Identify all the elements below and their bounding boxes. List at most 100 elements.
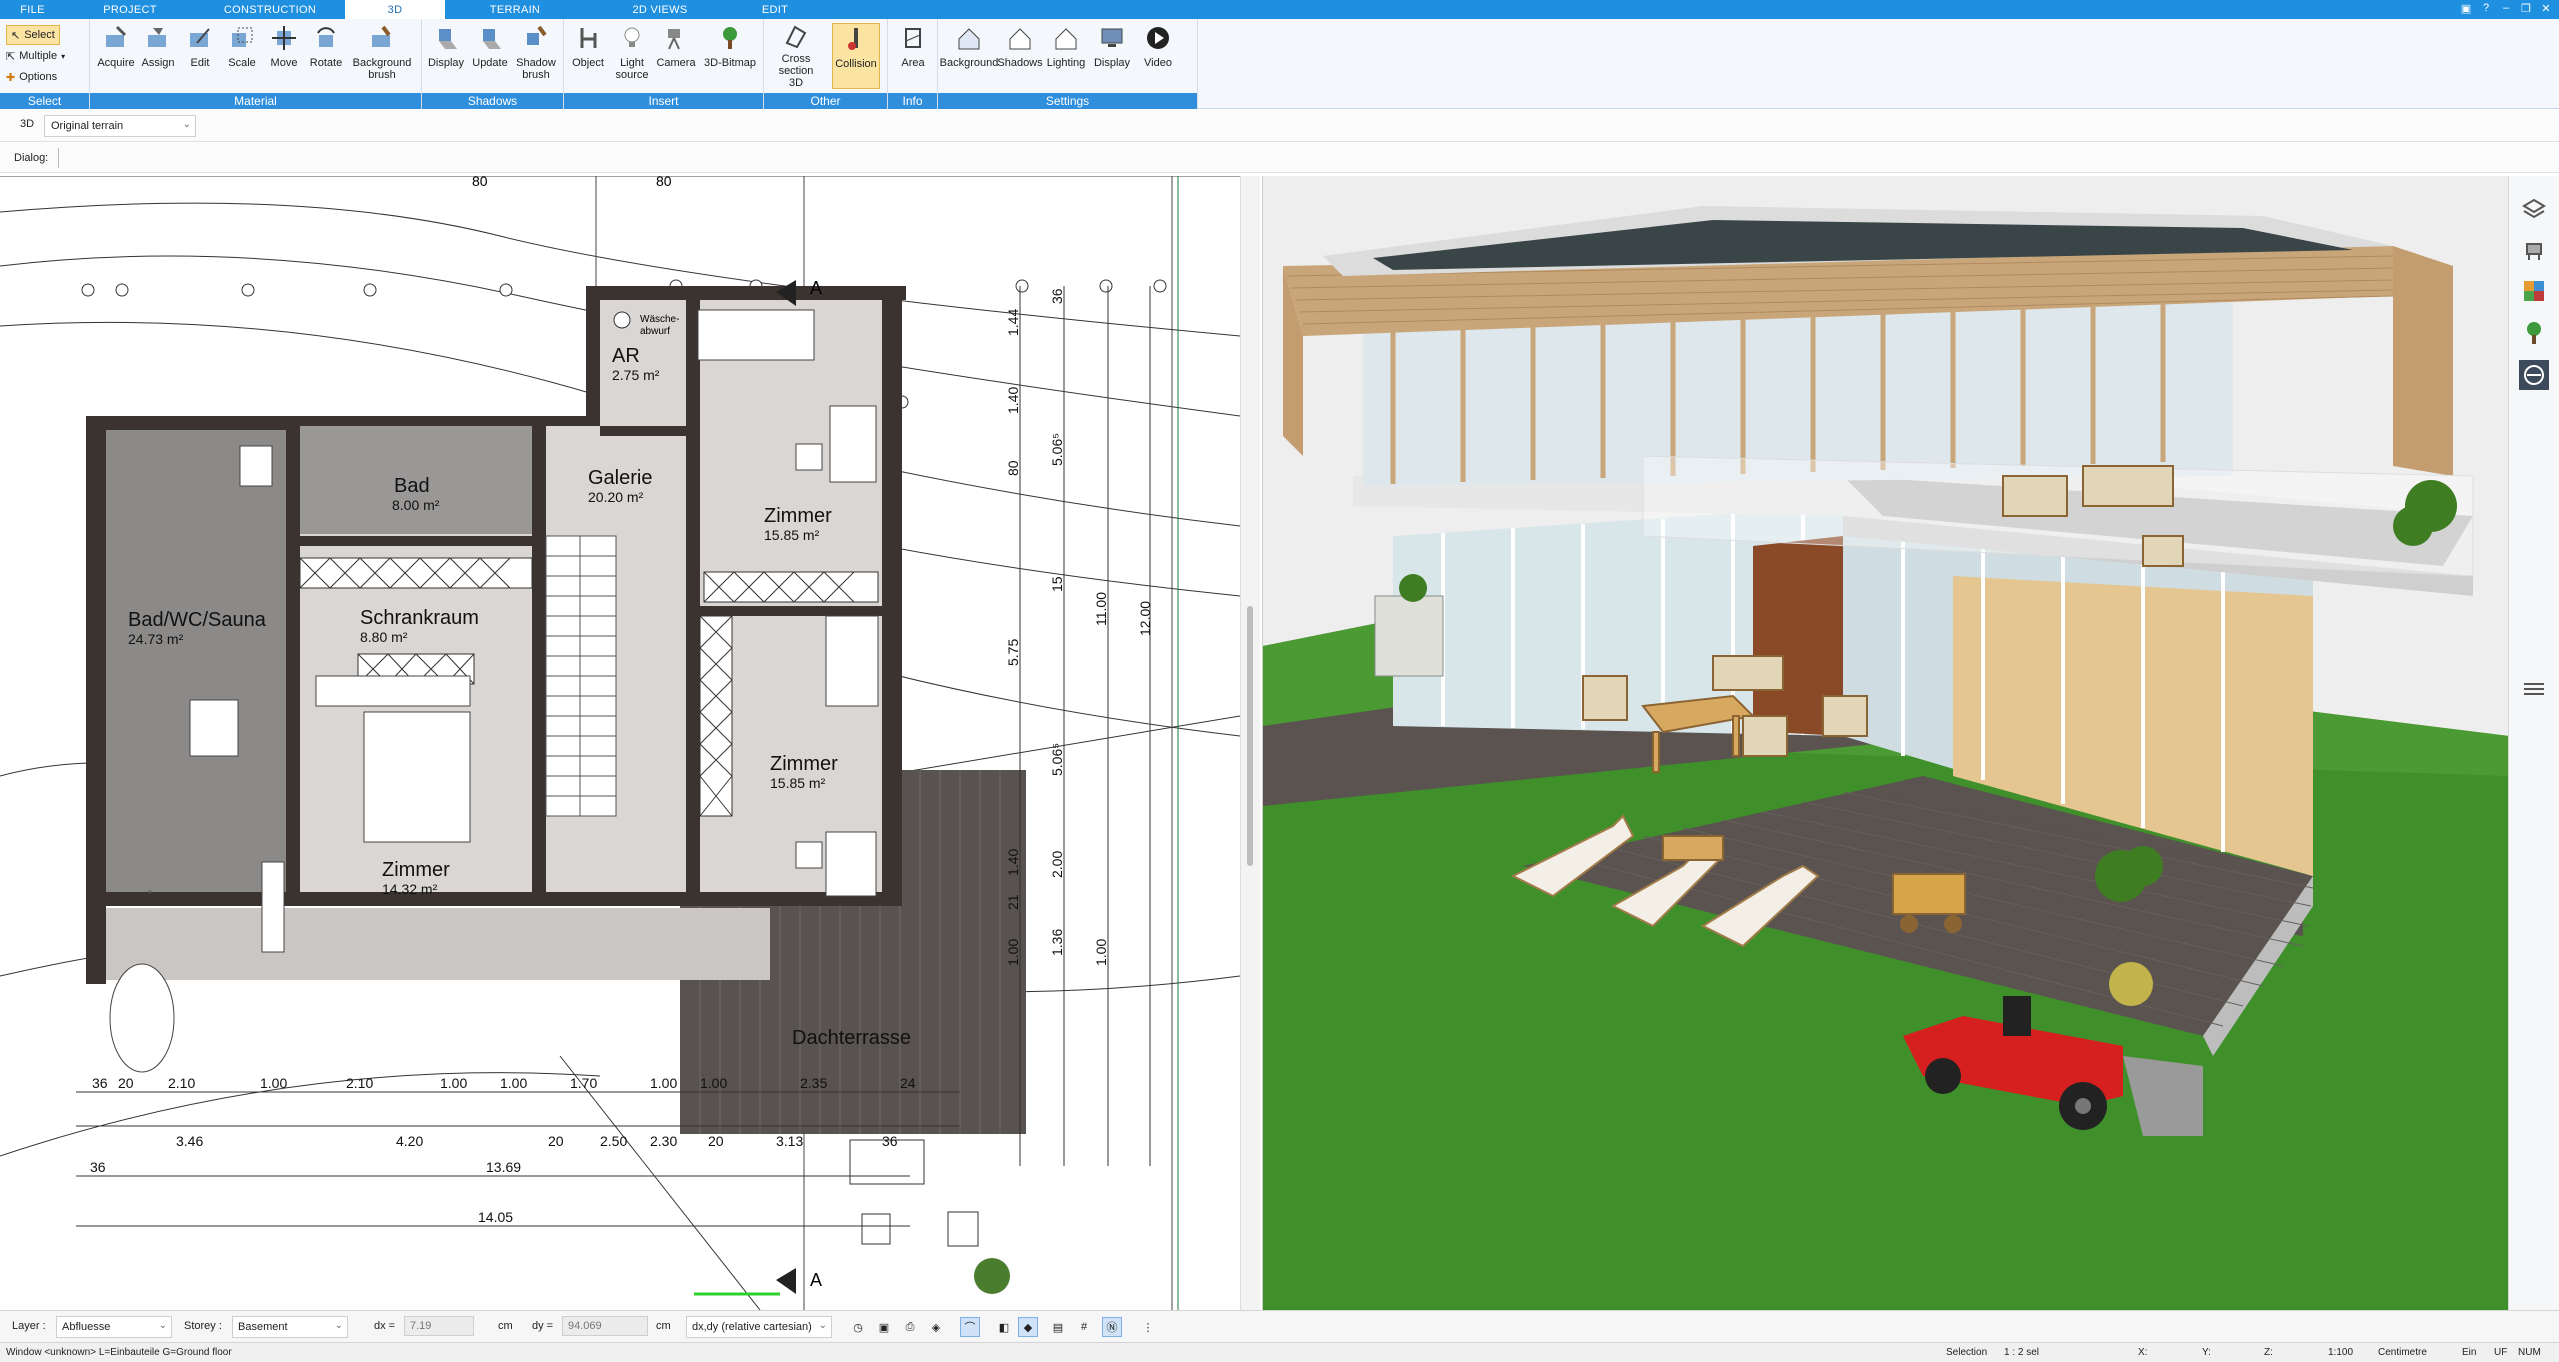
object-catalog-icon[interactable]	[2519, 234, 2549, 264]
room-area: 15.85 m²	[770, 775, 826, 791]
tree-icon	[715, 23, 745, 53]
edit-material-button[interactable]: Edit	[180, 23, 220, 89]
area-icon	[898, 23, 928, 53]
plant-icon[interactable]	[2519, 318, 2549, 348]
shadows-display-button[interactable]: Display	[426, 23, 466, 89]
move-button[interactable]: Move	[264, 23, 304, 89]
dim-label: 1.70	[570, 1075, 597, 1091]
floor-plan-view[interactable]: 80 80 A A AR 2.75 m² Bad 8.00 m² Galerie…	[0, 176, 1240, 1310]
video-button[interactable]: Video	[1136, 23, 1180, 89]
shadows-group: Display Update Shadow brush Shadows	[422, 19, 564, 109]
arc-snap-icon[interactable]: ⌒	[960, 1317, 980, 1337]
multiple-label: Multiple	[19, 50, 58, 62]
camera-icon	[661, 23, 691, 53]
coord-mode-select[interactable]: dx,dy (relative cartesian) ⌄	[686, 1316, 832, 1338]
3d-view[interactable]	[1262, 176, 2508, 1310]
select-button[interactable]: ↖ Select	[6, 25, 60, 45]
dim-label: 1.40	[1005, 387, 1021, 414]
info-group-title: Info	[888, 93, 937, 109]
dim-label: 80	[656, 176, 672, 189]
tab-2d-views[interactable]: 2D VIEWS	[585, 0, 735, 19]
shadow-brush-button[interactable]: Shadow brush	[516, 23, 556, 89]
scale-button[interactable]: Scale	[222, 23, 262, 89]
print-icon[interactable]: ⎙	[900, 1317, 920, 1337]
dim-label: 24	[900, 1075, 916, 1091]
materials-icon[interactable]	[2519, 276, 2549, 306]
clock-icon[interactable]: ◷	[848, 1317, 868, 1337]
dim-label: 1.00	[1093, 939, 1109, 966]
grid-icon[interactable]: #	[1074, 1317, 1094, 1337]
north-icon[interactable]: Ⓝ	[1102, 1317, 1122, 1337]
panel-toggle-icon[interactable]	[2519, 674, 2549, 704]
room-area: 8.80 m²	[360, 629, 408, 645]
dim-label: 36	[92, 1075, 108, 1091]
tab-construction[interactable]: CONSTRUCTION	[195, 0, 345, 19]
laundry-chute-label: Wäsche-	[640, 314, 679, 325]
dx-label: dx =	[374, 1320, 396, 1332]
close-icon[interactable]: ✕	[2539, 1, 2553, 15]
dim-label: 12.00	[1137, 601, 1153, 636]
object-snap-icon[interactable]: ◈	[926, 1317, 946, 1337]
tab-terrain[interactable]: TERRAIN	[445, 0, 585, 19]
view-mode-label: 3D	[20, 118, 35, 130]
room-area: 2.75 m²	[612, 367, 660, 383]
right-tool-bar	[2508, 176, 2559, 1310]
plane-snap-icon[interactable]: ◆	[1018, 1317, 1038, 1337]
scrollbar-thumb[interactable]	[1247, 606, 1253, 866]
dim-label: 36	[90, 1159, 106, 1175]
status-window-info: Window <unknown> L=Einbauteile G=Ground …	[6, 1347, 232, 1358]
layer-select[interactable]: Abfluesse ⌄	[56, 1316, 172, 1338]
status-uf: UF	[2494, 1347, 2508, 1358]
layers-icon[interactable]	[2519, 194, 2549, 224]
options-label: Options	[19, 71, 58, 83]
settings-display-button[interactable]: Display	[1090, 23, 1134, 89]
rotate-button[interactable]: Rotate	[306, 23, 346, 89]
dim-label: 2.10	[346, 1075, 373, 1091]
background-brush-button[interactable]: Background brush	[352, 23, 412, 89]
shadows-update-button[interactable]: Update	[470, 23, 510, 89]
light-source-button[interactable]: Light source	[612, 23, 652, 89]
lighting-button[interactable]: Lighting	[1044, 23, 1088, 89]
cross-section-3d-button[interactable]: Cross section 3D	[772, 23, 820, 89]
collision-button[interactable]: Collision	[832, 23, 880, 89]
3d-bitmap-button[interactable]: 3D-Bitmap	[702, 23, 758, 89]
restore-icon[interactable]: ❐	[2519, 1, 2533, 15]
app-icon[interactable]: ▣	[2459, 1, 2473, 15]
minimize-icon[interactable]: –	[2499, 1, 2513, 15]
room-name: Galerie	[588, 467, 652, 489]
acquire-button[interactable]: Acquire	[96, 23, 136, 89]
dim-label: 2.50	[600, 1133, 627, 1149]
tab-3d[interactable]: 3D	[345, 0, 445, 19]
dim-label: 20	[708, 1133, 724, 1149]
storey-select[interactable]: Basement ⌄	[232, 1316, 348, 1338]
multi-select-icon: ⇱	[6, 50, 16, 63]
layer-value: Abfluesse	[62, 1321, 111, 1333]
navigation-icon[interactable]	[2519, 360, 2549, 390]
tab-project[interactable]: PROJECT	[65, 0, 195, 19]
dialog-bar: Dialog:	[0, 143, 2559, 173]
assign-button[interactable]: Assign	[138, 23, 178, 89]
more-icon[interactable]: ⋮	[1138, 1317, 1158, 1337]
dy-input[interactable]: 94.069	[562, 1316, 648, 1336]
dx-input[interactable]: 7.19	[404, 1316, 474, 1336]
hatch-icon[interactable]: ▤	[1048, 1317, 1068, 1337]
help-icon[interactable]: ?	[2479, 1, 2493, 15]
layer-toggle-icon[interactable]: ◧	[994, 1317, 1014, 1337]
settings-shadows-button[interactable]: Shadows	[997, 23, 1043, 89]
tab-file[interactable]: FILE	[0, 0, 65, 19]
background-button[interactable]: Background	[940, 23, 998, 89]
paint-bucket-icon	[143, 23, 173, 53]
plan-scrollbar[interactable]	[1240, 176, 1260, 1310]
collision-icon	[841, 24, 871, 54]
storey-label: Storey :	[184, 1320, 222, 1332]
camera-button[interactable]: Camera	[656, 23, 696, 89]
dialog-input[interactable]	[58, 148, 62, 168]
multiple-button[interactable]: ⇱ Multiple ▾	[6, 46, 65, 66]
area-button[interactable]: Area	[893, 23, 933, 89]
object-button[interactable]: Object	[568, 23, 608, 89]
tab-edit[interactable]: EDIT	[735, 0, 815, 19]
options-button[interactable]: ✚ Options	[6, 67, 57, 87]
screen-icon[interactable]: ▣	[874, 1317, 894, 1337]
material-group: Acquire Assign Edit Scale Move Rotate Ba…	[90, 19, 422, 109]
terrain-select[interactable]: Original terrain ⌄	[44, 115, 196, 137]
